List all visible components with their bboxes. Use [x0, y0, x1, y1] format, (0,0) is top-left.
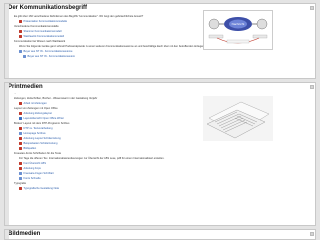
section-sidebar: [5, 230, 9, 239]
course-page: Der Kommunikationsbegriff Es gibt über 1…: [0, 0, 320, 240]
link-icon: [19, 50, 22, 53]
pdf-icon: [19, 187, 22, 190]
resource-link[interactable]: Beyer aus NT IN - Kommunikationsaxiom: [23, 55, 75, 58]
section-title: Printmedien: [8, 84, 43, 90]
section-text: Zeitungen, Zeitschriften, Bücher - Wisse…: [14, 97, 98, 100]
resource-link[interactable]: Typografische Gestaltung Note: [19, 187, 59, 190]
topic-section-kommunikation: Der Kommunikationsbegriff Es gibt über 1…: [4, 3, 316, 79]
section-text: Typografie: [14, 182, 27, 185]
pdf-icon: [19, 142, 22, 145]
pdf-icon: [19, 35, 22, 38]
resource-link[interactable]: Beyer aus NT IN - Kommunikationsaxiome: [19, 50, 72, 53]
pdf-icon: [19, 30, 22, 33]
section-text: Es gibt über 160 verschiedene Definition…: [14, 15, 144, 18]
resource-link[interactable]: Fonts Schnelle: [19, 177, 41, 180]
link-icon: [23, 55, 26, 58]
collapse-toggle[interactable]: [310, 85, 314, 89]
newspaper-image: [203, 96, 273, 141]
resource-link[interactable]: Arbeit mit Zeitungen: [19, 102, 47, 105]
section-text: Kommunikation bei Wissen nach Watzlawick: [14, 40, 66, 43]
section-title: Bildmedien: [8, 231, 41, 237]
resource-link[interactable]: DTP vs. Textverarbeitung: [19, 127, 53, 130]
communication-model-diagram: Nachricht: [203, 10, 273, 50]
resource-link[interactable]: Präsentation Kommunikationsmodelle: [19, 20, 67, 23]
resource-link[interactable]: Beispielseiten Schülerzeitung: [19, 142, 57, 145]
resource-link[interactable]: Anleitung Zeitungslayout: [19, 112, 52, 115]
resource-link[interactable]: Shannon Kommunikationsmodell: [19, 30, 61, 33]
pdf-icon: [19, 127, 22, 130]
resource-link[interactable]: Freeware-Fogen Schriftart: [19, 172, 54, 175]
collapse-toggle[interactable]: [310, 232, 314, 236]
section-text: ...: [14, 92, 17, 95]
section-text: Layout von Zeitungen mit Open Office: [14, 107, 58, 110]
resource-link[interactable]: Homepage Scribus: [19, 132, 46, 135]
pdf-icon: [19, 102, 22, 105]
diagram-label: Nachricht: [232, 22, 245, 26]
link-icon: [19, 172, 22, 175]
section-sidebar: [5, 4, 9, 78]
pdf-icon: [19, 162, 22, 165]
section-text: Broken' Layout mit dem DTP-Programm Scri…: [14, 122, 70, 125]
resource-link[interactable]: Bildquellen: [19, 147, 36, 150]
link-icon: [19, 177, 22, 180]
pdf-icon: [19, 137, 22, 140]
pdf-icon: [19, 112, 22, 115]
topic-section-printmedien: Printmedien ... Zeitungen, Zeitschriften…: [4, 82, 316, 226]
resource-link[interactable]: Font Übersicht LBS: [19, 162, 46, 165]
section-sidebar: [5, 83, 9, 225]
pdf-icon: [19, 20, 22, 23]
pdf-icon: [19, 147, 22, 150]
pdf-icon: [19, 167, 22, 170]
resource-link[interactable]: Layoutübersicht Open Office Writer: [19, 117, 64, 120]
link-icon: [19, 132, 22, 135]
resource-link[interactable]: Watzlawick Kommunikationsmodell: [19, 35, 64, 38]
section-text: Verschiedene Kommunikationsmodelle: [14, 25, 59, 28]
section-text: Wenn Sie folgende Geräte ganz schnell Po…: [19, 45, 205, 48]
document-icon: [19, 117, 22, 120]
resource-link[interactable]: Anleitung Layout Schülerzeitung: [19, 137, 61, 140]
section-text: Freeware-Fonts Schriftarten für die Text…: [14, 152, 62, 155]
section-text: Für Tage die offenen Tex. Internationali…: [19, 157, 165, 160]
topic-section-bildmedien: Bildmedien: [4, 229, 316, 240]
collapse-toggle[interactable]: [310, 6, 314, 10]
resource-link[interactable]: Anleitung Fops: [19, 167, 41, 170]
